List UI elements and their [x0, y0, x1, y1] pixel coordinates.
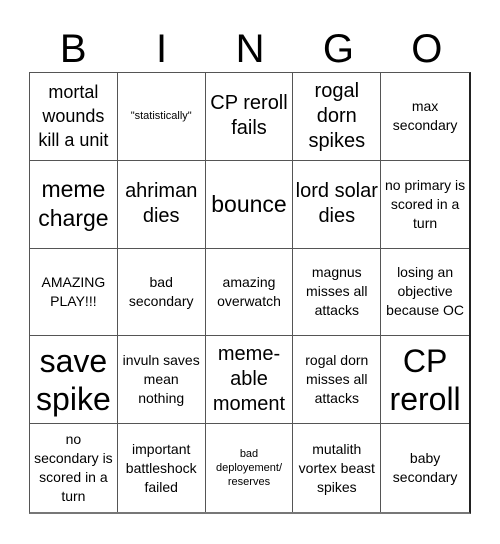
header-letter-i: I	[156, 27, 168, 71]
bingo-cell-n4[interactable]: meme-able moment	[205, 336, 294, 425]
bingo-cell-i1[interactable]: "statistically"	[117, 73, 206, 161]
bingo-cell-g5[interactable]: mutalith vortex beast spikes	[293, 424, 382, 512]
bingo-cell-text: baby secondary	[392, 450, 458, 486]
bingo-cell-i2[interactable]: ahriman dies	[117, 160, 206, 249]
bingo-cell-g3[interactable]: magnus misses all attacks	[293, 248, 382, 337]
header-letter-g: G	[322, 27, 354, 71]
bingo-cell-b4[interactable]: save spike	[30, 336, 118, 425]
bingo-cell-text: mutalith vortex beast spikes	[298, 440, 375, 495]
header-letter-b: B	[59, 27, 87, 71]
bingo-cell-text: lord solar dies	[295, 180, 378, 228]
bingo-cell-i3[interactable]: bad secondary	[117, 248, 206, 337]
bingo-cell-text: CP reroll fails	[210, 92, 288, 140]
bingo-cell-text: no secondary is scored in a turn	[34, 431, 113, 505]
bingo-cell-g2[interactable]: lord solar dies	[293, 160, 382, 249]
bingo-cell-text: invuln saves mean nothing	[122, 352, 200, 407]
bingo-cell-text: losing an objective because OC	[386, 264, 464, 319]
bingo-cell-o2[interactable]: no primary is scored in a turn	[381, 161, 469, 249]
bingo-cell-text: mortal wounds kill a unit	[38, 82, 109, 151]
bingo-cell-text: rogal dorn misses all attacks	[305, 352, 369, 407]
bingo-cell-i5[interactable]: important battleshock failed	[118, 424, 206, 512]
bingo-cell-n3[interactable]: amazing overwatch	[205, 248, 294, 337]
bingo-cell-text: bounce	[211, 190, 287, 217]
bingo-cell-g4[interactable]: rogal dorn misses all attacks	[293, 336, 382, 425]
bingo-cell-text: amazing overwatch	[217, 273, 281, 309]
bingo-cell-text: CP reroll	[389, 342, 461, 417]
bingo-cell-b1[interactable]: mortal wounds kill a unit	[30, 73, 118, 161]
bingo-cell-text: "statistically"	[130, 110, 192, 123]
header-letter-n: N	[235, 27, 265, 71]
bingo-cell-text: meme-able moment	[212, 343, 286, 416]
bingo-header: B I N G O	[29, 26, 471, 72]
bingo-cell-b5[interactable]: no secondary is scored in a turn	[30, 424, 118, 512]
bingo-cell-o5[interactable]: baby secondary	[381, 424, 469, 512]
bingo-grid: mortal wounds kill a unit "statistically"…	[29, 72, 471, 514]
bingo-cell-text: max secondary	[392, 98, 458, 134]
bingo-cell-text: ahriman dies	[125, 180, 198, 228]
bingo-cell-text: AMAZING PLAY!!!	[41, 273, 106, 309]
bingo-cell-text: important battleshock failed	[125, 440, 197, 495]
bingo-cell-n2[interactable]: bounce	[205, 160, 294, 249]
bingo-cell-b3[interactable]: AMAZING PLAY!!!	[30, 248, 118, 337]
bingo-cell-text: meme charge	[38, 176, 109, 232]
bingo-cell-text: magnus misses all attacks	[306, 264, 368, 319]
bingo-cell-i4[interactable]: invuln saves mean nothing	[117, 336, 206, 425]
bingo-cell-o3[interactable]: losing an objective because OC	[381, 249, 469, 337]
bingo-cell-text: bad deployement/ reserves	[215, 448, 283, 489]
bingo-cell-n5[interactable]: bad deployement/ reserves	[206, 424, 294, 512]
bingo-cell-o1[interactable]: max secondary	[381, 73, 469, 161]
bingo-cell-b2[interactable]: meme charge	[30, 160, 118, 249]
bingo-cell-g1[interactable]: rogal dorn spikes	[293, 73, 382, 161]
bingo-cell-text: rogal dorn spikes	[308, 79, 366, 152]
bingo-cell-text: save spike	[36, 342, 111, 417]
bingo-cell-n1[interactable]: CP reroll fails	[205, 73, 294, 161]
header-letter-o: O	[411, 27, 443, 71]
bingo-cell-o4[interactable]: CP reroll	[381, 336, 469, 425]
bingo-cell-text: bad secondary	[128, 273, 194, 309]
bingo-cell-text: no primary is scored in a turn	[385, 176, 466, 231]
